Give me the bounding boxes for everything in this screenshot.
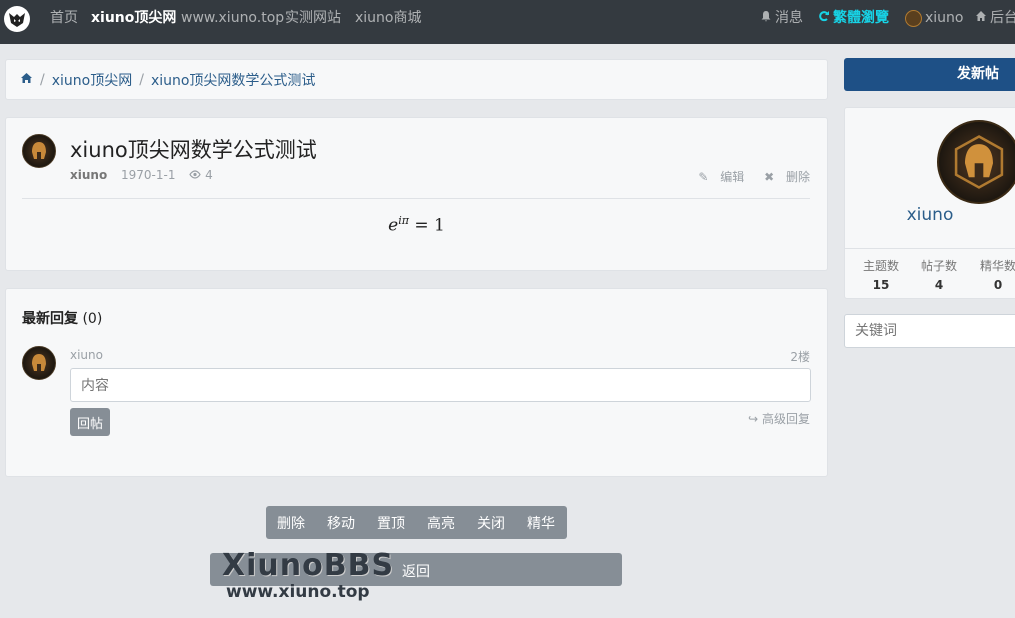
nav-messages-label: 消息	[775, 10, 803, 26]
stat-threads-value: 15	[872, 278, 890, 292]
nav-traditional-label: 繁體瀏覽	[833, 10, 889, 26]
replies-card: 最新回复 (0) xiuno 2楼 回帖 ↪ 高级回复	[5, 288, 828, 477]
edit-icon: ✎	[698, 170, 709, 184]
back-button[interactable]: 返回	[402, 561, 430, 581]
helmet-icon	[32, 354, 46, 371]
nav-home[interactable]: 首页	[50, 0, 78, 36]
profile-name[interactable]: xiuno	[845, 205, 1015, 225]
replies-title: 最新回复	[22, 311, 78, 327]
eye-icon	[189, 168, 205, 182]
thread-card: xiuno顶尖网数学公式测试 xiuno 1970-1-1 4 ✎ 编辑 ✖ 删…	[5, 117, 828, 271]
profile-card: xiuno 主题数 15 帖子数 4 精华数 0	[844, 107, 1015, 299]
nav-user-label: xiuno	[925, 10, 964, 26]
close-icon: ✖	[764, 170, 775, 184]
refresh-icon	[818, 0, 830, 36]
edit-label: 编辑	[720, 170, 745, 184]
nav-messages[interactable]: 消息	[760, 0, 803, 36]
thread-meta: xiuno 1970-1-1 4	[70, 168, 213, 182]
top-navbar: 首页 xiuno顶尖网 www.xiuno.top 实测网站 xiuno商城 消…	[0, 0, 1015, 44]
breadcrumb-separator: /	[40, 71, 45, 88]
advanced-reply-link[interactable]: ↪ 高级回复	[748, 410, 810, 427]
stat-digest: 精华数 0	[968, 257, 1015, 292]
thread-title: xiuno顶尖网数学公式测试	[70, 138, 317, 162]
stat-digest-value: 0	[993, 278, 1003, 292]
logo-icon	[9, 13, 25, 27]
breadcrumb-thread[interactable]: xiuno顶尖网数学公式测试	[151, 70, 316, 90]
user-avatar-icon	[905, 9, 922, 27]
mod-digest-button[interactable]: 精华	[516, 513, 566, 533]
mod-move-button[interactable]: 移动	[316, 513, 366, 533]
keyword-search-input[interactable]	[844, 314, 1015, 348]
formula-rest: = 1	[414, 215, 445, 236]
mod-highlight-button[interactable]: 高亮	[416, 513, 466, 533]
reply-username: xiuno	[70, 348, 103, 362]
mod-delete-button[interactable]: 删除	[266, 513, 316, 533]
edit-action[interactable]: ✎ 编辑	[690, 170, 744, 184]
bell-icon	[760, 0, 772, 36]
nav-test-site[interactable]: 实测网站	[285, 0, 341, 36]
breadcrumb: / xiuno顶尖网 / xiuno顶尖网数学公式测试	[5, 59, 828, 100]
watermark-brand: XiunoBBS	[222, 548, 395, 583]
watermark-url: www.xiuno.top	[226, 582, 370, 602]
thread-views: 4	[205, 168, 213, 182]
reply-floor: 2楼	[790, 350, 810, 364]
advanced-reply-label: 高级回复	[761, 412, 810, 426]
math-formula: eiπ = 1	[6, 214, 827, 236]
thread-date: 1970-1-1	[121, 168, 176, 182]
delete-action[interactable]: ✖ 删除	[756, 170, 810, 184]
helmet-icon	[954, 135, 1004, 189]
profile-avatar[interactable]	[937, 120, 1015, 204]
stat-posts-label: 帖子数	[920, 259, 957, 273]
home-icon[interactable]	[20, 72, 33, 88]
nav-shop[interactable]: xiuno商城	[355, 0, 422, 36]
delete-label: 删除	[785, 170, 810, 184]
mod-pin-button[interactable]: 置顶	[366, 513, 416, 533]
nav-xiuno-top[interactable]: xiuno顶尖网	[91, 0, 176, 36]
stat-posts: 帖子数 4	[909, 257, 969, 292]
replies-heading: 最新回复 (0)	[22, 308, 102, 328]
formula-base: e	[388, 215, 399, 236]
replies-count: (0)	[82, 311, 103, 327]
reply-content-input[interactable]	[70, 368, 811, 402]
nav-www[interactable]: www.xiuno.top	[181, 0, 284, 36]
stat-digest-label: 精华数	[979, 259, 1015, 273]
thread-actions: ✎ 编辑 ✖ 删除	[682, 168, 810, 185]
nav-user[interactable]: xiuno	[905, 0, 964, 36]
moderation-toolbar: 删除 移动 置顶 高亮 关闭 精华	[266, 506, 567, 539]
stat-posts-value: 4	[934, 278, 944, 292]
thread-author-avatar[interactable]	[22, 134, 56, 168]
nav-traditional[interactable]: 繁體瀏覽	[818, 0, 889, 36]
reply-avatar[interactable]	[22, 346, 56, 380]
breadcrumb-forum[interactable]: xiuno顶尖网	[52, 70, 133, 90]
home-icon	[975, 0, 987, 36]
nav-admin-label: 后台	[990, 10, 1015, 26]
stat-threads: 主题数 15	[851, 257, 911, 292]
helmet-icon	[32, 142, 46, 159]
share-icon: ↪	[748, 412, 759, 426]
reply-submit-button[interactable]: 回帖	[70, 408, 110, 436]
stat-threads-label: 主题数	[862, 259, 899, 273]
thread-author[interactable]: xiuno	[70, 168, 107, 182]
mod-close-button[interactable]: 关闭	[466, 513, 516, 533]
formula-exponent: iπ	[398, 214, 409, 227]
new-post-button[interactable]: 发新帖	[844, 58, 1015, 91]
divider	[22, 198, 810, 199]
nav-admin[interactable]: 后台	[975, 0, 1015, 36]
site-logo[interactable]	[4, 6, 30, 32]
profile-stats: 主题数 15 帖子数 4 精华数 0	[845, 248, 1015, 300]
breadcrumb-separator: /	[139, 71, 144, 88]
